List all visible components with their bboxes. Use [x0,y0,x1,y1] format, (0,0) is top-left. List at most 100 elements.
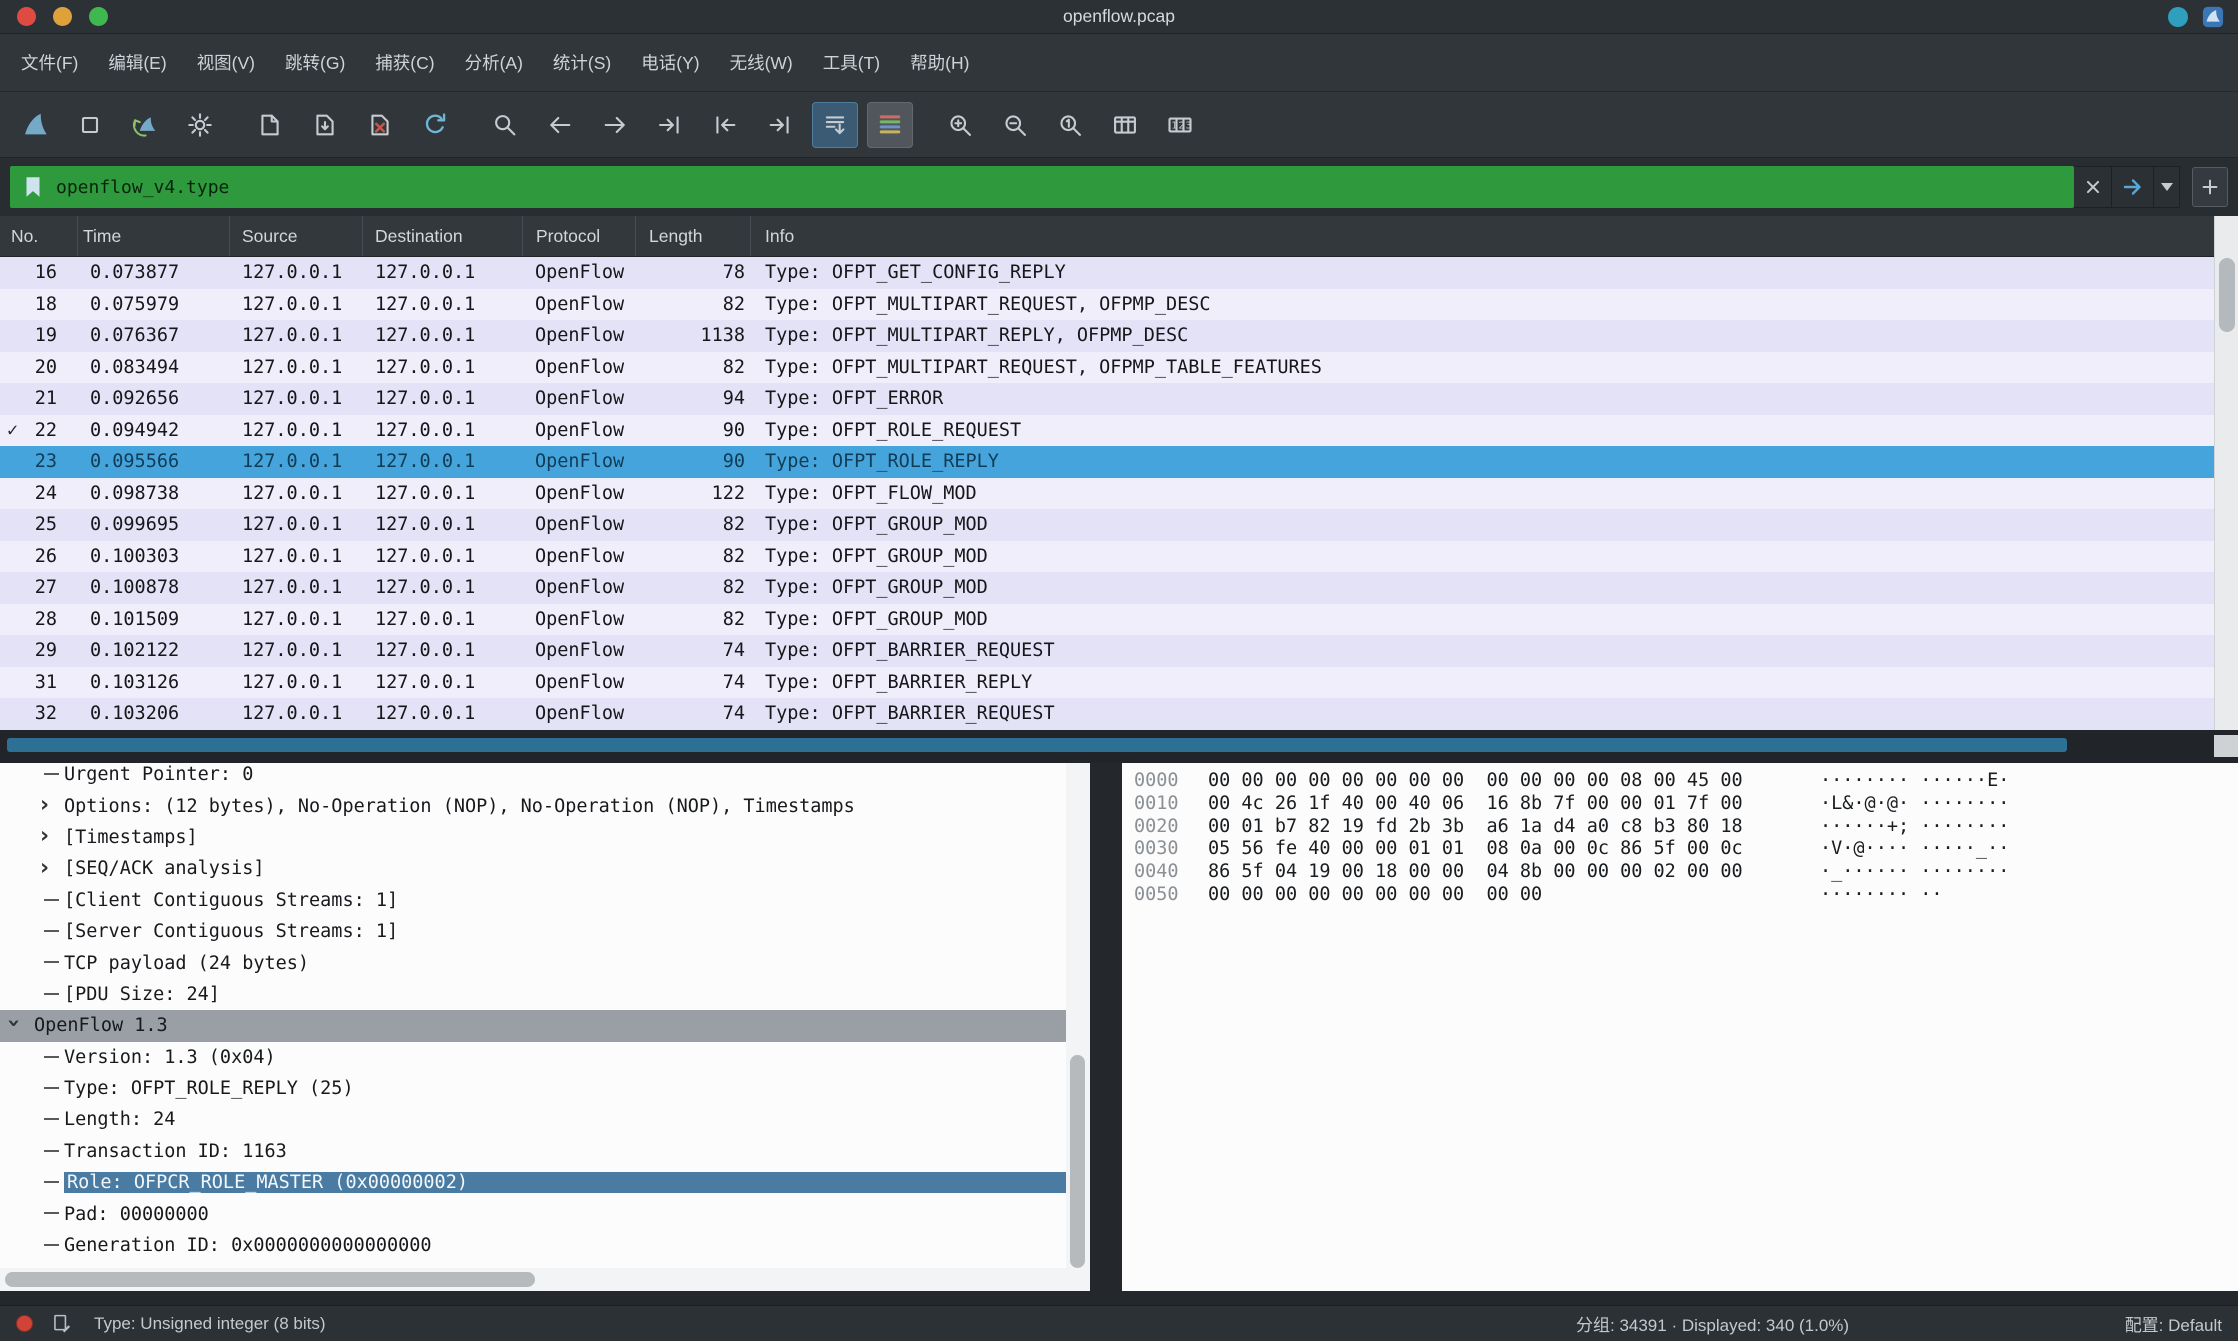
display-filter-input[interactable] [56,177,2064,198]
pane-splitter[interactable] [1090,763,1122,1291]
packet-row[interactable]: 190.076367127.0.0.1127.0.0.1OpenFlow1138… [0,320,2214,352]
number-columns-button[interactable]: 123 [1157,102,1203,148]
packet-row[interactable]: 240.098738127.0.0.1127.0.0.1OpenFlow122T… [0,478,2214,510]
packet-row[interactable]: 22✓0.094942127.0.0.1127.0.0.1OpenFlow90T… [0,415,2214,447]
column-header-destination[interactable]: Destination [363,216,523,256]
capture-stop-button[interactable] [67,102,113,148]
hex-line[interactable]: 000000 00 00 00 00 00 00 00 00 00 00 00 … [1134,770,2238,793]
packet-row[interactable]: 230.095566127.0.0.1127.0.0.1OpenFlow90Ty… [0,446,2214,478]
detail-row[interactable]: Pad: 00000000 [0,1198,1066,1229]
packet-row[interactable]: 250.099695127.0.0.1127.0.0.1OpenFlow82Ty… [0,509,2214,541]
capture-start-button[interactable] [12,102,58,148]
packet-row[interactable]: 180.075979127.0.0.1127.0.0.1OpenFlow82Ty… [0,289,2214,321]
find-packet-button[interactable] [482,102,528,148]
menu-item[interactable]: 电话(Y) [626,34,714,92]
wireshark-logo-icon[interactable] [2202,6,2224,28]
detail-row[interactable]: Version: 1.3 (0x04) [0,1042,1066,1073]
go-first-button[interactable] [702,102,748,148]
detail-row[interactable]: Transaction ID: 1163 [0,1136,1066,1167]
hex-line[interactable]: 004086 5f 04 19 00 18 00 00 04 8b 00 00 … [1134,861,2238,884]
auto-scroll-button[interactable] [812,102,858,148]
menu-item[interactable]: 分析(A) [450,34,538,92]
detail-row[interactable]: ›OpenFlow 1.3 [0,1010,1066,1041]
packet-row[interactable]: 280.101509127.0.0.1127.0.0.1OpenFlow82Ty… [0,604,2214,636]
expander-icon[interactable]: › [0,853,64,884]
detail-vertical-scrollbar[interactable] [1066,763,1090,1268]
go-last-button[interactable] [757,102,803,148]
filter-add-button[interactable] [2192,167,2228,207]
hex-line[interactable]: 003005 56 fe 40 00 00 01 01 08 0a 00 0c … [1134,838,2238,861]
hex-line[interactable]: 001000 4c 26 1f 40 00 40 06 16 8b 7f 00 … [1134,793,2238,816]
menu-item[interactable]: 编辑(E) [93,34,181,92]
scrollbar-thumb[interactable] [5,1272,535,1287]
expander-icon[interactable]: › [0,822,64,853]
menu-item[interactable]: 视图(V) [182,34,270,92]
detail-row[interactable]: [PDU Size: 24] [0,979,1066,1010]
menu-item[interactable]: 工具(T) [808,34,895,92]
column-header-info[interactable]: Info [751,216,2214,256]
packet-row[interactable]: 160.073877127.0.0.1127.0.0.1OpenFlow78Ty… [0,257,2214,289]
column-header-protocol[interactable]: Protocol [523,216,636,256]
expander-icon[interactable]: › [0,1010,34,1041]
scrollbar-thumb[interactable] [1070,1055,1085,1268]
filter-dropdown-button[interactable] [2154,166,2180,208]
packet-row[interactable]: 290.102122127.0.0.1127.0.0.1OpenFlow74Ty… [0,635,2214,667]
detail-row[interactable]: Type: OFPT_ROLE_REPLY (25) [0,1073,1066,1104]
menu-item[interactable]: 跳转(G) [270,34,360,92]
menu-item[interactable]: 统计(S) [538,34,626,92]
detail-row[interactable]: [Server Contiguous Streams: 1] [0,916,1066,947]
packet-row[interactable]: 210.092656127.0.0.1127.0.0.1OpenFlow94Ty… [0,383,2214,415]
detail-row[interactable]: ›[Timestamps] [0,822,1066,853]
display-filter-field[interactable] [10,166,2074,208]
column-header-length[interactable]: Length [636,216,751,256]
detail-row[interactable]: Urgent Pointer: 0 [0,763,1066,790]
scrollbar-thumb[interactable] [2219,258,2235,332]
resize-columns-button[interactable] [1102,102,1148,148]
capture-options-button[interactable] [177,102,223,148]
packet-list-vertical-scrollbar[interactable] [2214,216,2238,730]
detail-row[interactable]: ›[SEQ/ACK analysis] [0,853,1066,884]
packet-bytes-pane[interactable]: 000000 00 00 00 00 00 00 00 00 00 00 00 … [1122,763,2238,1291]
packet-list-horizontal-scrollbar[interactable] [0,730,2238,763]
packet-row[interactable]: 260.100303127.0.0.1127.0.0.1OpenFlow82Ty… [0,541,2214,573]
column-header-no[interactable]: No. [0,216,78,256]
save-file-button[interactable] [302,102,348,148]
filter-apply-button[interactable] [2112,166,2154,208]
go-forward-button[interactable] [592,102,638,148]
open-file-button[interactable] [247,102,293,148]
packet-row[interactable]: 270.100878127.0.0.1127.0.0.1OpenFlow82Ty… [0,572,2214,604]
packet-row[interactable]: 200.083494127.0.0.1127.0.0.1OpenFlow82Ty… [0,352,2214,384]
zoom-out-button[interactable] [992,102,1038,148]
detail-row[interactable]: Role: OFPCR_ROLE_MASTER (0x00000002) [0,1167,1066,1198]
close-file-button[interactable] [357,102,403,148]
hex-line[interactable]: 002000 01 b7 82 19 fd 2b 3b a6 1a d4 a0 … [1134,816,2238,839]
detail-row[interactable]: Length: 24 [0,1104,1066,1135]
detail-horizontal-scrollbar[interactable] [0,1268,1090,1291]
detail-row[interactable]: [Client Contiguous Streams: 1] [0,885,1066,916]
expander-icon[interactable]: › [0,790,64,821]
packet-row[interactable]: 320.103206127.0.0.1127.0.0.1OpenFlow74Ty… [0,698,2214,730]
detail-row[interactable]: Generation ID: 0x0000000000000000 [0,1230,1066,1261]
go-back-button[interactable] [537,102,583,148]
menu-item[interactable]: 无线(W) [715,34,808,92]
capture-restart-button[interactable] [122,102,168,148]
filter-clear-button[interactable] [2074,166,2112,208]
menu-item[interactable]: 文件(F) [6,34,93,92]
scrollbar-thumb[interactable] [7,738,2067,752]
menu-item[interactable]: 捕获(C) [360,34,449,92]
reload-file-button[interactable] [412,102,458,148]
column-header-source[interactable]: Source [230,216,363,256]
zoom-original-button[interactable] [1047,102,1093,148]
status-profile[interactable]: 配置: Default [2125,1311,2222,1336]
zoom-in-button[interactable] [937,102,983,148]
column-header-time[interactable]: Time [78,216,230,256]
menu-item[interactable]: 帮助(H) [895,34,984,92]
detail-row[interactable]: ›Options: (12 bytes), No-Operation (NOP)… [0,790,1066,821]
filter-bookmark-icon[interactable] [20,174,46,200]
capture-comment-icon[interactable] [51,1313,72,1334]
horizontal-pane-splitter[interactable] [0,1291,2238,1305]
hex-line[interactable]: 005000 00 00 00 00 00 00 00 00 00·······… [1134,884,2238,907]
go-to-packet-button[interactable] [647,102,693,148]
expert-info-icon[interactable] [16,1315,33,1332]
colorize-button[interactable] [867,102,913,148]
